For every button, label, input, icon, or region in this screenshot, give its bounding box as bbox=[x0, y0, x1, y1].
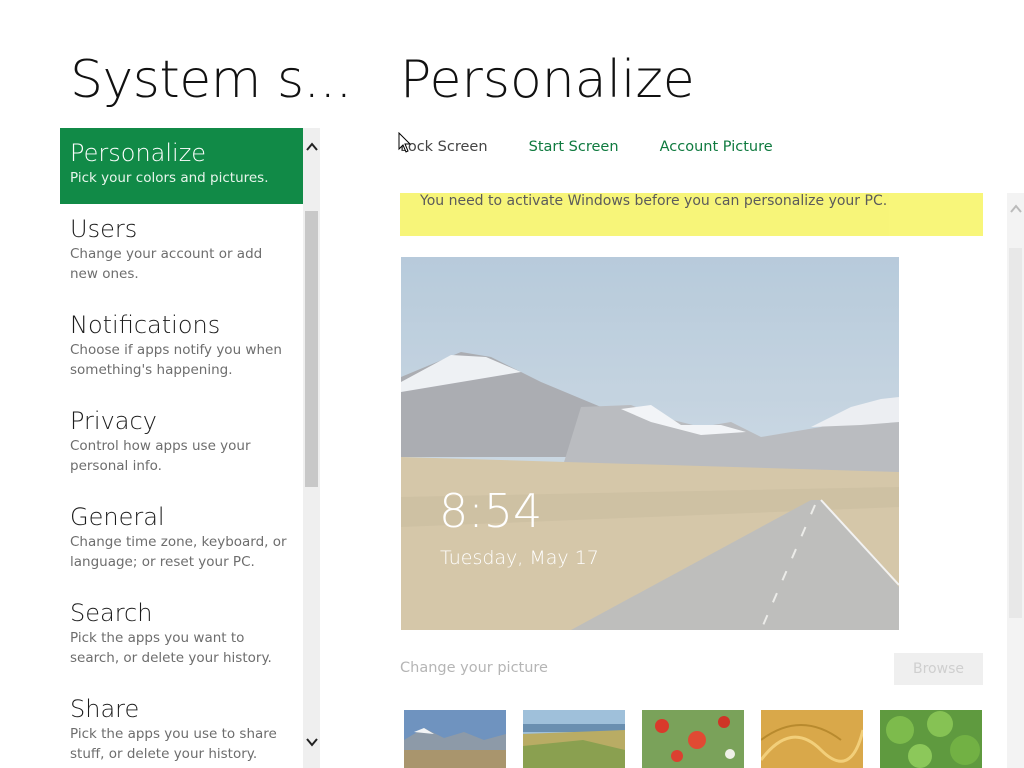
nav-item-desc: Pick your colors and pictures. bbox=[70, 170, 269, 186]
nav-item-label: Users bbox=[70, 215, 138, 243]
thumbnail-mountain-road[interactable] bbox=[404, 710, 506, 768]
lock-screen-time: 8:54 bbox=[439, 484, 543, 538]
nav-item-desc: Pick the apps you want to search, or del… bbox=[70, 630, 272, 666]
nav-item-desc: Control how apps use your personal info. bbox=[70, 438, 251, 474]
nav-item-share[interactable]: Share Pick the apps you use to share stu… bbox=[60, 684, 303, 768]
scrollbar-thumb[interactable] bbox=[1009, 248, 1022, 618]
scrollbar-thumb[interactable] bbox=[305, 211, 318, 487]
tab-start-screen[interactable]: Start Screen bbox=[529, 139, 619, 155]
nav-item-desc: Change your account or add new ones. bbox=[70, 246, 263, 282]
tab-account-picture[interactable]: Account Picture bbox=[660, 139, 773, 155]
nav-item-label: General bbox=[70, 503, 165, 531]
nav-item-desc: Pick the apps you use to share stuff, or… bbox=[70, 726, 277, 762]
nav-item-notifications[interactable]: Notifications Choose if apps notify you … bbox=[60, 300, 303, 396]
thumbnail-green-hills[interactable] bbox=[523, 710, 625, 768]
nav-item-label: Personalize bbox=[70, 139, 207, 167]
chevron-down-icon[interactable] bbox=[303, 735, 320, 755]
nav-item-general[interactable]: General Change time zone, keyboard, or l… bbox=[60, 492, 303, 588]
nav-item-users[interactable]: Users Change your account or add new one… bbox=[60, 204, 303, 300]
browse-button[interactable]: Browse bbox=[894, 653, 983, 685]
page-title: System s... bbox=[70, 50, 352, 110]
change-picture-label: Change your picture bbox=[400, 660, 548, 676]
thumbnail-golden-grass[interactable] bbox=[761, 710, 863, 768]
tab-lock-screen[interactable]: Lock Screen bbox=[400, 139, 488, 155]
activation-warning-text: You need to activate Windows before you … bbox=[420, 193, 888, 209]
activation-warning-banner: You need to activate Windows before you … bbox=[400, 193, 983, 236]
lock-screen-preview bbox=[401, 257, 899, 630]
lock-screen-date: Tuesday, May 17 bbox=[440, 547, 599, 569]
content-scrollbar[interactable] bbox=[1007, 193, 1024, 768]
nav-scrollbar[interactable] bbox=[303, 128, 320, 768]
mouse-cursor-icon bbox=[398, 131, 412, 154]
tab-bar: Lock Screen Start Screen Account Picture bbox=[400, 136, 809, 158]
nav-item-label: Notifications bbox=[70, 311, 221, 339]
settings-nav-list: Personalize Pick your colors and picture… bbox=[60, 128, 303, 768]
thumbnail-red-flowers[interactable] bbox=[642, 710, 744, 768]
section-title: Personalize bbox=[400, 50, 695, 110]
nav-item-personalize[interactable]: Personalize Pick your colors and picture… bbox=[60, 128, 303, 204]
nav-item-search[interactable]: Search Pick the apps you want to search,… bbox=[60, 588, 303, 684]
chevron-up-icon[interactable] bbox=[1007, 203, 1024, 218]
nav-item-label: Search bbox=[70, 599, 153, 627]
thumbnail-green-leaves[interactable] bbox=[880, 710, 982, 768]
chevron-up-icon[interactable] bbox=[303, 140, 320, 160]
nav-item-privacy[interactable]: Privacy Control how apps use your person… bbox=[60, 396, 303, 492]
nav-item-label: Share bbox=[70, 695, 140, 723]
nav-item-desc: Change time zone, keyboard, or language;… bbox=[70, 534, 287, 570]
nav-item-label: Privacy bbox=[70, 407, 157, 435]
nav-item-desc: Choose if apps notify you when something… bbox=[70, 342, 282, 378]
